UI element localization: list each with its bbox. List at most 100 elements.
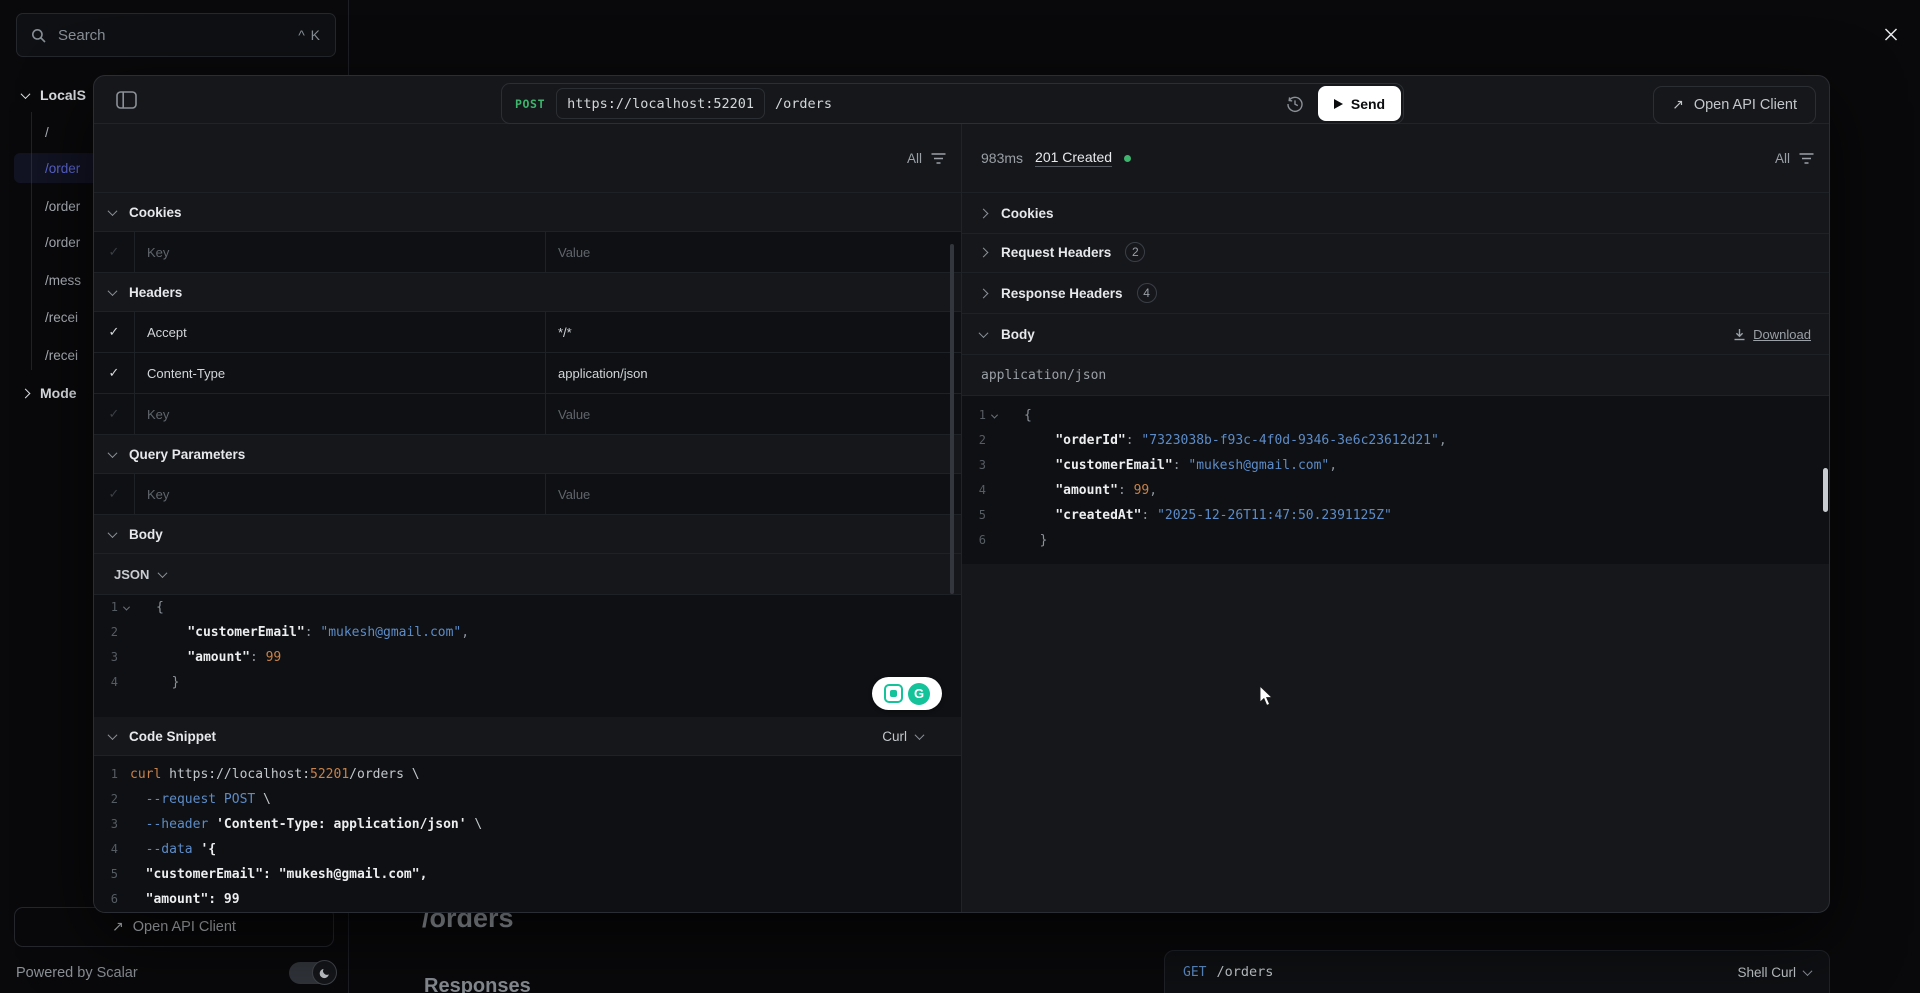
chevron-down-icon [108, 206, 118, 216]
chevron-down-icon [158, 568, 168, 578]
header-kv-row-empty: ✓ Key Value [94, 394, 961, 435]
open-api-client-button[interactable]: ↗ Open API Client [1653, 86, 1816, 124]
response-headers-header[interactable]: Response Headers 4 [962, 273, 1830, 314]
code-snippet-header[interactable]: Code Snippet Curl [94, 717, 961, 756]
key-input[interactable]: Accept [135, 312, 546, 352]
method-badge: POST [515, 97, 545, 111]
download-link[interactable]: Download [1733, 327, 1830, 342]
search-box[interactable]: ^ K [16, 13, 336, 57]
chevron-down-icon [1803, 966, 1813, 976]
grammarly-badge[interactable]: G [872, 677, 942, 710]
chevron-down-icon [21, 89, 31, 99]
key-input[interactable]: Key [135, 474, 546, 514]
body-format-select[interactable]: JSON [94, 554, 961, 595]
moon-icon [319, 967, 331, 979]
api-client-modal: POST https://localhost:52201 /orders Sen… [93, 75, 1830, 913]
filter-icon [1799, 152, 1814, 165]
key-input[interactable]: Key [135, 232, 546, 272]
example-path: /orders [1216, 964, 1273, 980]
snippet-language-select[interactable]: Curl [882, 729, 961, 744]
chevron-down-icon [108, 528, 118, 538]
grammarly-icon: G [908, 683, 930, 705]
row-checkbox-checked[interactable]: ✓ [94, 353, 135, 393]
send-button[interactable]: Send [1318, 86, 1401, 121]
value-input[interactable]: Value [546, 232, 961, 272]
value-input[interactable]: Value [546, 394, 961, 434]
example-method: GET [1183, 965, 1206, 980]
toggle-knob [312, 960, 337, 985]
row-checkbox[interactable]: ✓ [94, 474, 135, 514]
search-icon [31, 28, 46, 43]
response-status-row: 983ms 201 Created All [962, 124, 1830, 193]
request-body-header[interactable]: Body [94, 515, 961, 554]
key-input[interactable]: Content-Type [135, 353, 546, 393]
response-body-header[interactable]: Body Download [962, 314, 1830, 355]
chevron-down-icon [979, 328, 989, 338]
filter-icon[interactable] [931, 152, 946, 165]
value-input[interactable]: application/json [546, 353, 961, 393]
app-screen: ^ K LocalS / /order /order /order /mess … [0, 0, 1920, 993]
response-duration: 983ms [981, 150, 1023, 166]
key-input[interactable]: Key [135, 394, 546, 434]
history-icon[interactable] [1286, 95, 1304, 113]
request-cookies-header[interactable]: Cookies [94, 193, 961, 232]
count-badge: 2 [1125, 242, 1145, 262]
chevron-right-icon [979, 208, 989, 218]
address-bar[interactable]: POST https://localhost:52201 /orders Sen… [501, 83, 1404, 124]
example-language-select[interactable]: Shell Curl [1737, 965, 1811, 980]
chevron-down-icon [108, 730, 118, 740]
path-field[interactable]: /orders [775, 96, 832, 112]
row-checkbox[interactable]: ✓ [94, 394, 135, 434]
close-icon [1884, 25, 1898, 44]
search-shortcut: ^ K [298, 27, 321, 43]
external-link-icon: ↗ [112, 919, 124, 935]
chevron-down-icon [915, 730, 925, 740]
row-checkbox[interactable]: ✓ [94, 232, 135, 272]
response-panel: 983ms 201 Created All Cookies Request He… [962, 124, 1830, 913]
close-button[interactable] [1878, 21, 1904, 47]
powered-by-scalar-label: Powered by Scalar [16, 965, 138, 981]
download-icon [1733, 328, 1746, 341]
sidebar-open-api-client-button[interactable]: ↗ Open API Client [14, 907, 334, 947]
modal-topbar: POST https://localhost:52201 /orders Sen… [94, 76, 1829, 124]
curl-snippet-block[interactable]: 1curl https://localhost:52201/orders \2 … [94, 756, 961, 913]
value-input[interactable]: */* [546, 312, 961, 352]
response-filter[interactable]: All [1775, 151, 1830, 166]
chevron-right-icon [979, 288, 989, 298]
search-input[interactable] [56, 26, 288, 45]
chevron-down-icon [108, 286, 118, 296]
status-badge[interactable]: 201 Created [1035, 149, 1112, 167]
status-dot-icon [1124, 155, 1131, 162]
response-request-headers-header[interactable]: Request Headers 2 [962, 232, 1830, 273]
chevron-down-icon [108, 448, 118, 458]
request-body-editor[interactable]: 1{2 "customerEmail": "mukesh@gmail.com",… [94, 595, 961, 717]
query-kv-row-empty: ✓ Key Value [94, 474, 961, 515]
request-example-card: GET /orders Shell Curl [1164, 950, 1830, 993]
responses-heading: Responses [424, 975, 531, 993]
external-link-icon: ↗ [1672, 97, 1684, 113]
sidebar-toggle-icon[interactable] [116, 91, 137, 114]
row-checkbox-checked[interactable]: ✓ [94, 312, 135, 352]
extension-icon [884, 684, 903, 703]
response-scrollbar[interactable] [1823, 468, 1828, 512]
header-row-accept: ✓ Accept */* [94, 312, 961, 353]
request-scrollbar[interactable] [950, 244, 954, 594]
filter-all-label[interactable]: All [907, 151, 922, 166]
request-filter-row: All [94, 124, 961, 193]
request-headers-header[interactable]: Headers [94, 273, 961, 312]
response-cookies-header[interactable]: Cookies [962, 193, 1830, 234]
request-panel: All Cookies ✓ Key Value Headers ✓ Accept… [94, 124, 961, 913]
play-icon [1334, 99, 1343, 109]
response-body-viewer[interactable]: 1{2 "orderId": "7323038b-f93c-4f0d-9346-… [962, 396, 1830, 564]
base-url-field[interactable]: https://localhost:52201 [556, 88, 765, 119]
count-badge: 4 [1137, 283, 1157, 303]
value-input[interactable]: Value [546, 474, 961, 514]
dark-mode-toggle[interactable] [289, 962, 335, 984]
cookie-kv-row: ✓ Key Value [94, 232, 961, 273]
header-row-content-type: ✓ Content-Type application/json [94, 353, 961, 394]
mouse-cursor [1259, 685, 1276, 708]
chevron-right-icon [979, 247, 989, 257]
request-query-params-header[interactable]: Query Parameters [94, 435, 961, 474]
response-content-type: application/json [962, 355, 1830, 396]
chevron-right-icon [21, 388, 31, 398]
